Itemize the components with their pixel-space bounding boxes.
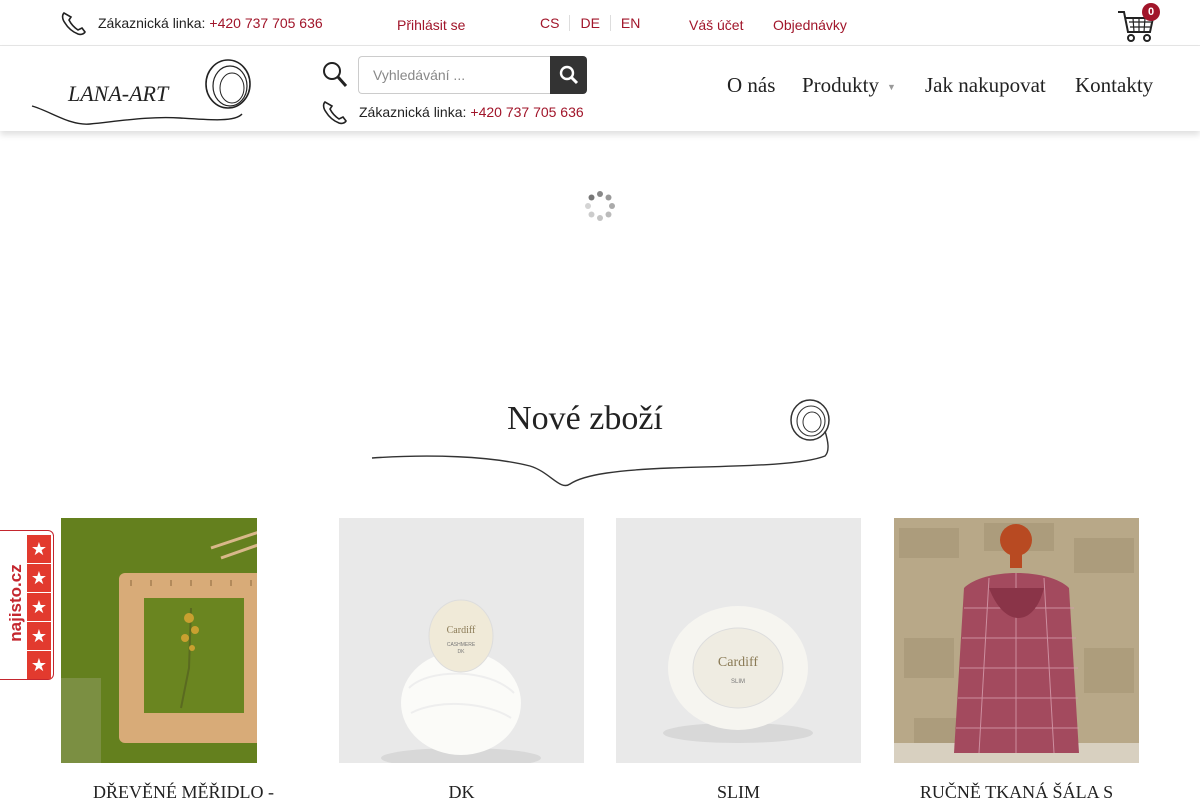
customer-line: Zákaznická linka: +420 737 705 636: [60, 10, 323, 36]
lang-de[interactable]: DE: [569, 15, 609, 31]
search-input[interactable]: Vyhledávání ...: [358, 56, 550, 94]
star-icon: ★: [27, 622, 51, 650]
product-card[interactable]: RUČNĚ TKANÁ ŠÁLA S: [894, 518, 1139, 802]
magnifier-icon: [323, 62, 348, 87]
product-card[interactable]: Cardiff CASHMERE DK DK: [339, 518, 584, 802]
product-image[interactable]: [61, 518, 306, 763]
product-card[interactable]: DŘEVĚNÉ MĚŘIDLO -: [61, 518, 306, 802]
nav-about[interactable]: O nás: [727, 73, 775, 98]
caret-down-icon: ▼: [887, 82, 896, 93]
search-icon: [559, 65, 578, 85]
svg-text:CASHMERE: CASHMERE: [447, 642, 476, 648]
svg-text:Cardiff: Cardiff: [447, 625, 476, 636]
nav-how-to-buy[interactable]: Jak nakupovat: [925, 73, 1046, 98]
language-switcher: CS DE EN: [530, 15, 650, 31]
product-image[interactable]: Cardiff CASHMERE DK: [339, 518, 584, 763]
loading-spinner-icon: [585, 191, 615, 221]
svg-text:SLIM: SLIM: [731, 679, 745, 685]
product-card[interactable]: Cardiff SLIM SLIM: [616, 518, 861, 802]
header-customer-line-number[interactable]: +420 737 705 636: [470, 104, 583, 120]
svg-text:DK: DK: [458, 649, 466, 655]
star-icon: ★: [27, 593, 51, 621]
phone-icon: [322, 101, 347, 125]
header-customer-line: Zákaznická linka: +420 737 705 636: [321, 98, 584, 126]
najisto-rating-badge[interactable]: najisto.cz ★ ★ ★ ★ ★: [0, 530, 54, 680]
star-icon: ★: [27, 564, 51, 592]
nav-products[interactable]: Produkty ▼: [802, 73, 896, 98]
account-link[interactable]: Váš účet: [689, 17, 743, 33]
svg-text:Cardiff: Cardiff: [718, 655, 759, 670]
search-button[interactable]: [550, 56, 587, 94]
najisto-badge-text: najisto.cz: [6, 564, 25, 642]
phone-icon: [61, 12, 86, 36]
star-icon: ★: [27, 535, 51, 563]
main-header: LANA-ART Vyhledávání ... Zákaznická link…: [0, 46, 1200, 131]
top-bar: Zákaznická linka: +420 737 705 636 Přihl…: [0, 0, 1200, 46]
rating-stars: ★ ★ ★ ★ ★: [27, 535, 51, 680]
star-icon: ★: [27, 651, 51, 679]
orders-link[interactable]: Objednávky: [773, 17, 847, 33]
product-image[interactable]: [894, 518, 1139, 763]
product-image[interactable]: Cardiff SLIM: [616, 518, 861, 763]
customer-line-label: Zákaznická linka:: [98, 15, 206, 31]
cart-count-badge: 0: [1142, 3, 1160, 21]
customer-line-number[interactable]: +420 737 705 636: [209, 15, 322, 31]
lana-art-logo[interactable]: LANA-ART: [30, 56, 255, 128]
login-link[interactable]: Přihlásit se: [397, 17, 465, 33]
header-customer-line-label: Zákaznická linka:: [359, 104, 467, 120]
lang-cs[interactable]: CS: [530, 15, 569, 31]
cart-button[interactable]: 0: [1116, 3, 1160, 44]
logo-text: LANA-ART: [67, 81, 170, 106]
nav-contacts[interactable]: Kontakty: [1075, 73, 1153, 98]
new-products-title: Nové zboží: [507, 400, 663, 437]
lang-en[interactable]: EN: [609, 15, 650, 31]
nav-products-label: Produkty: [802, 73, 880, 97]
